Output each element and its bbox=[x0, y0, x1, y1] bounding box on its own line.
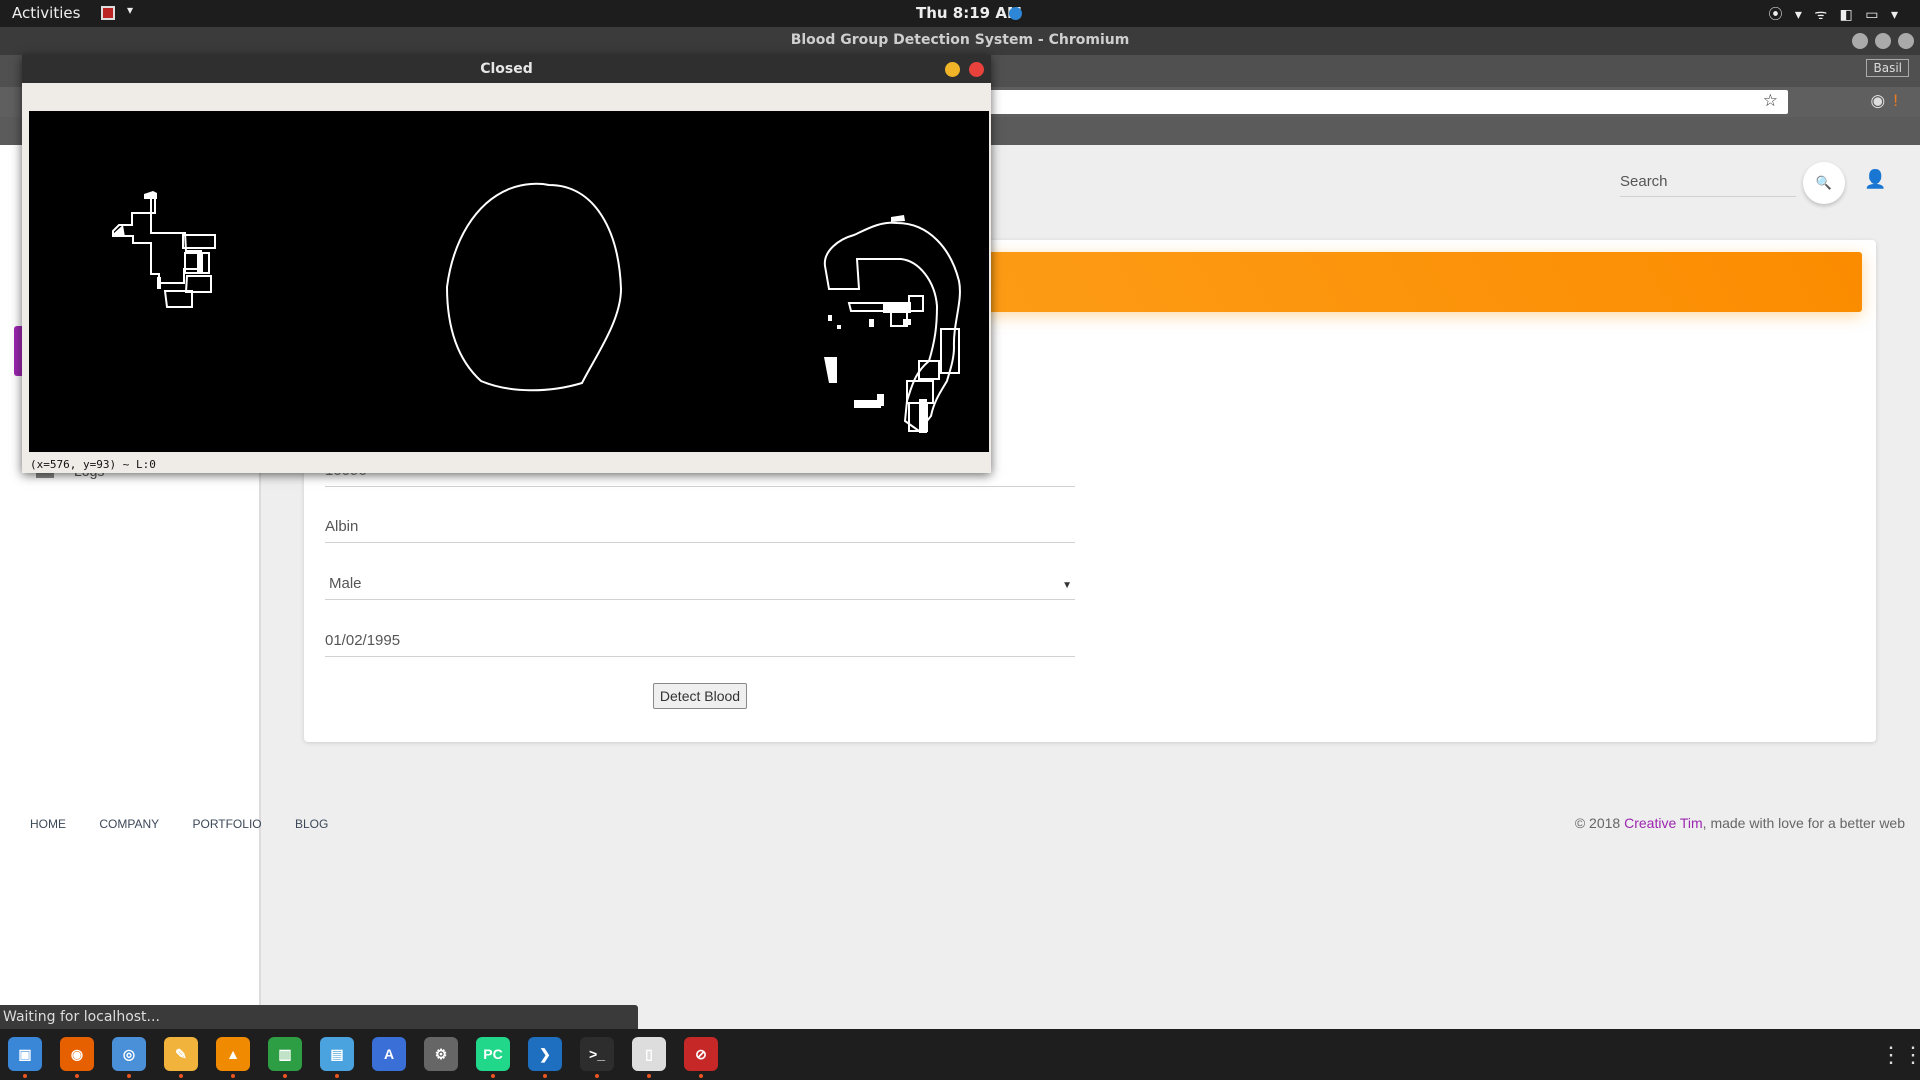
system-tray[interactable]: ⦿ ▾ ᯤ ◧ ▭ ▾ bbox=[1768, 4, 1902, 24]
app-indicator-icon[interactable] bbox=[101, 6, 115, 20]
copyright-suffix: , made with love for a better web bbox=[1702, 815, 1905, 831]
creative-tim-link[interactable]: Creative Tim bbox=[1624, 815, 1703, 831]
status-bubble: Waiting for localhost... bbox=[0, 1005, 638, 1029]
menu-icon[interactable]: ! bbox=[1893, 91, 1906, 110]
right-blob-contour bbox=[823, 221, 961, 433]
running-indicator bbox=[23, 1074, 27, 1078]
close-icon[interactable] bbox=[1898, 33, 1914, 49]
running-indicator bbox=[127, 1074, 131, 1078]
caret-down-icon: ▼ bbox=[1062, 580, 1072, 591]
profile-button[interactable]: Basil bbox=[1866, 59, 1909, 77]
firefox-icon[interactable]: ◉ bbox=[60, 1037, 94, 1071]
footer-link-portfolio[interactable]: PORTFOLIO bbox=[192, 817, 261, 831]
notification-icon bbox=[1009, 7, 1022, 20]
footer-copyright: © 2018 Creative Tim, made with love for … bbox=[1575, 815, 1905, 831]
running-indicator bbox=[75, 1074, 79, 1078]
right-blob-highlight-6 bbox=[919, 399, 927, 433]
footer-link-company[interactable]: COMPANY bbox=[99, 817, 159, 831]
center-ring-contour bbox=[445, 182, 623, 392]
running-indicator bbox=[543, 1074, 547, 1078]
opencv-window-title[interactable]: Closed bbox=[22, 55, 991, 83]
dob-value: 01/02/1995 bbox=[325, 632, 401, 649]
footer-link-home[interactable]: HOME bbox=[30, 817, 66, 831]
running-indicator bbox=[231, 1074, 235, 1078]
opencv-status-bar: (x=576, y=93) ~ L:0 bbox=[30, 458, 156, 471]
gender-value: Male bbox=[329, 575, 362, 592]
left-blob-highlight-3 bbox=[157, 277, 161, 289]
left-blob-highlight-2 bbox=[113, 225, 125, 237]
right-blob-highlight-1 bbox=[891, 215, 905, 222]
chevron-down-icon[interactable]: ▾ bbox=[127, 3, 133, 17]
show-applications-icon[interactable]: ⋮⋮⋮ bbox=[1880, 1042, 1920, 1068]
footer-nav: HOME COMPANY PORTFOLIO BLOG bbox=[30, 817, 358, 831]
footer-link-blog[interactable]: BLOG bbox=[295, 817, 328, 831]
notes-icon[interactable]: ▯ bbox=[632, 1037, 666, 1071]
text-editor-icon[interactable]: ✎ bbox=[164, 1037, 198, 1071]
chromium-icon[interactable]: ◎ bbox=[112, 1037, 146, 1071]
left-blob-highlight-4 bbox=[197, 254, 203, 274]
running-indicator bbox=[595, 1074, 599, 1078]
right-blob-highlight-5 bbox=[877, 394, 884, 406]
right-blob-highlight-8 bbox=[828, 315, 832, 321]
files-icon[interactable]: ▣ bbox=[8, 1037, 42, 1071]
search-icon: 🔍 bbox=[1815, 175, 1833, 190]
running-indicator bbox=[491, 1074, 495, 1078]
running-indicator bbox=[283, 1074, 287, 1078]
system-top-bar: Activities ▾ Thu 8:19 AM ⦿ ▾ ᯤ ◧ ▭ ▾ bbox=[0, 0, 1920, 27]
bookmark-star-icon[interactable]: ☆ bbox=[1763, 91, 1778, 111]
pycharm-icon[interactable]: PC bbox=[476, 1037, 510, 1071]
detect-blood-button[interactable]: Detect Blood bbox=[653, 683, 747, 709]
right-blob-highlight-2 bbox=[883, 302, 911, 313]
right-blob-highlight-4 bbox=[854, 400, 881, 408]
right-blob-highlight-10 bbox=[903, 319, 911, 325]
browser-title-bar: Blood Group Detection System - Chromium bbox=[0, 27, 1920, 55]
running-indicator bbox=[647, 1074, 651, 1078]
software-icon[interactable]: A bbox=[372, 1037, 406, 1071]
close-icon[interactable] bbox=[969, 62, 984, 77]
opencv-app-icon[interactable]: ⊘ bbox=[684, 1037, 718, 1071]
minimize-icon[interactable] bbox=[1852, 33, 1868, 49]
vscode-icon[interactable]: ❯ bbox=[528, 1037, 562, 1071]
running-indicator bbox=[699, 1074, 703, 1078]
maximize-icon[interactable] bbox=[1875, 33, 1891, 49]
impress-icon[interactable]: ▤ bbox=[320, 1037, 354, 1071]
terminal-icon[interactable]: >_ bbox=[580, 1037, 614, 1071]
edge-detection-image[interactable] bbox=[29, 111, 989, 452]
dob-field[interactable]: 01/02/1995 bbox=[325, 627, 1075, 657]
settings-icon[interactable]: ⚙ bbox=[424, 1037, 458, 1071]
right-blob-highlight-9 bbox=[837, 325, 841, 329]
gender-select[interactable]: Male ▼ bbox=[325, 570, 1075, 600]
left-blob-highlight-1 bbox=[144, 191, 157, 199]
extension-icons[interactable]: ◉! bbox=[1870, 91, 1906, 111]
user-icon[interactable]: 👤 bbox=[1864, 169, 1886, 190]
minimize-icon[interactable] bbox=[945, 62, 960, 77]
address-bar[interactable]: ☆ bbox=[980, 90, 1788, 114]
name-field[interactable]: Albin bbox=[325, 513, 1075, 543]
opencv-window[interactable]: Closed (x=576, y=93) ~ L:0 bbox=[22, 55, 991, 473]
running-indicator bbox=[179, 1074, 183, 1078]
copyright-prefix: © 2018 bbox=[1574, 815, 1625, 831]
right-blob-highlight-7 bbox=[869, 319, 874, 327]
calc-icon[interactable]: ▥ bbox=[268, 1037, 302, 1071]
vlc-icon[interactable]: ▲ bbox=[216, 1037, 250, 1071]
right-blob-highlight-3 bbox=[824, 357, 837, 383]
opencv-toolbar bbox=[29, 83, 989, 110]
activities-button[interactable]: Activities bbox=[12, 4, 80, 22]
name-value: Albin bbox=[325, 518, 359, 535]
running-indicator bbox=[335, 1074, 339, 1078]
search-button[interactable]: 🔍 bbox=[1803, 162, 1845, 204]
left-blob-contour bbox=[112, 194, 216, 308]
camera-icon[interactable]: ◉ bbox=[1870, 91, 1893, 110]
search-input[interactable]: Search bbox=[1620, 173, 1796, 197]
clock[interactable]: Thu 8:19 AM bbox=[916, 4, 1022, 22]
